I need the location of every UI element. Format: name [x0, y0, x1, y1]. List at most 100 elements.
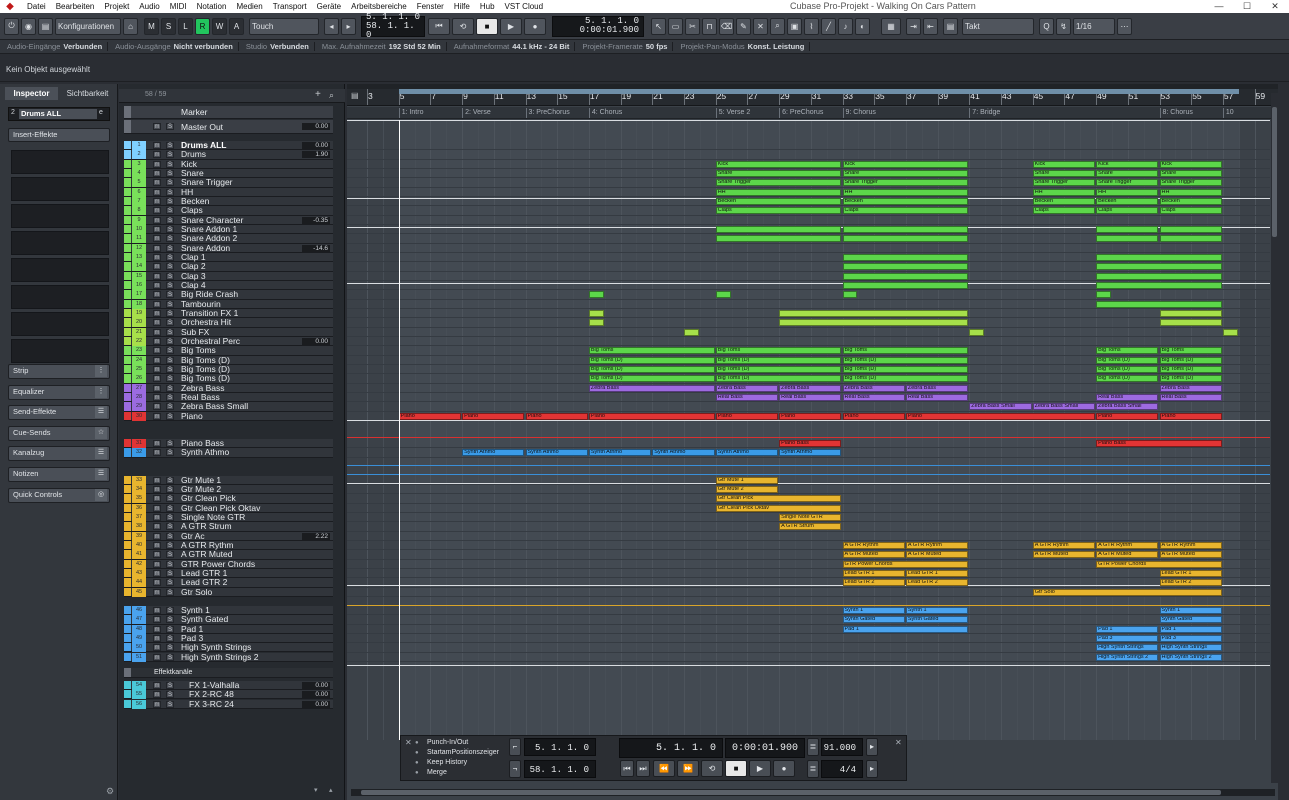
track-row[interactable]: 1 m S Drums ALL 0.00	[124, 141, 333, 151]
event-clip[interactable]: Kick	[1032, 160, 1096, 168]
signature-display[interactable]: 4/4	[821, 760, 863, 778]
event-clip[interactable]	[1096, 291, 1111, 299]
transport-left-locator[interactable]: 5. 1. 1. 0	[524, 738, 596, 756]
event-clip[interactable]: Claps	[1159, 207, 1222, 215]
solo-button[interactable]: S	[166, 476, 174, 484]
event-clip[interactable]	[1159, 319, 1222, 327]
mute-button[interactable]: m	[153, 216, 161, 224]
menu-item[interactable]: Geräte	[312, 0, 346, 13]
marker[interactable]: 8: Chorus	[1159, 108, 1193, 118]
track-row[interactable]: 5 m S Snare Trigger	[124, 178, 333, 188]
color-icon[interactable]: ◐	[855, 17, 870, 35]
fx-volume[interactable]: 0.00	[302, 700, 330, 708]
track-row[interactable]: 33 m S Gtr Mute 1	[124, 475, 333, 485]
event-clip[interactable]: Big Toms (D)	[715, 375, 842, 383]
object-select-icon[interactable]: ↖	[651, 17, 666, 35]
solo-button[interactable]: S	[166, 691, 174, 699]
event-clip[interactable]: Big Toms (D)	[715, 356, 842, 364]
solo-button[interactable]: S	[166, 700, 174, 708]
event-clip[interactable]: Lead GTR 1	[842, 569, 905, 577]
track-volume[interactable]: 0.00	[302, 142, 330, 149]
solo-button[interactable]: S	[166, 412, 174, 420]
mute-button[interactable]: m	[153, 551, 161, 559]
solo-button[interactable]: S	[166, 123, 174, 130]
menu-item[interactable]: VST Cloud	[500, 0, 549, 13]
menu-item[interactable]: MIDI	[165, 0, 192, 13]
track-row[interactable]: 14 m S Clap 2	[124, 262, 333, 272]
solo-button[interactable]: S	[166, 169, 174, 177]
event-clip[interactable]: Piano	[1096, 412, 1159, 420]
event-clip[interactable]: Pad 3	[1159, 634, 1222, 642]
solo-button[interactable]: S	[166, 625, 174, 633]
marker[interactable]: 6: PreChorus	[779, 108, 823, 118]
glue-icon[interactable]: ⊓	[702, 17, 717, 35]
event-clip[interactable]: Real Bass	[1159, 393, 1222, 401]
solo-button[interactable]: S	[166, 579, 174, 587]
mute-button[interactable]: m	[153, 356, 161, 364]
event-clip[interactable]: Real Bass	[1096, 393, 1159, 401]
track-row[interactable]: 13 m S Clap 1	[124, 252, 333, 263]
event-clip[interactable]: Synth Athmo	[779, 449, 842, 457]
marker[interactable]: 4: Chorus	[588, 108, 622, 118]
zoom-icon[interactable]: ⌕	[770, 17, 785, 35]
event-clip[interactable]: Big Toms (D)	[1159, 365, 1222, 373]
l-button[interactable]: L	[178, 17, 193, 35]
mute-button[interactable]: m	[153, 403, 161, 411]
transport-cycle-icon[interactable]: ⟲	[701, 760, 723, 777]
marker[interactable]: 10	[1222, 108, 1234, 118]
transport-rewind-icon[interactable]: ⏪	[653, 760, 675, 777]
mute-button[interactable]: m	[153, 393, 161, 401]
track-row[interactable]: 51 m S High Synth Strings 2	[124, 652, 333, 662]
mute-button[interactable]: m	[153, 644, 161, 652]
event-clip[interactable]: Piano	[779, 412, 842, 420]
insert-slot[interactable]	[11, 177, 109, 201]
solo-button[interactable]: S	[166, 495, 174, 503]
event-clip[interactable]: Becken	[1159, 197, 1222, 205]
nudge-left-icon[interactable]: ◂	[324, 17, 339, 35]
transport-close-icon-right[interactable]: ✕	[895, 738, 902, 747]
preset-item[interactable]: StartamPositionszeiger	[427, 749, 499, 756]
event-clip[interactable]: Real Bass	[842, 393, 905, 401]
event-clip[interactable]	[1159, 309, 1222, 317]
left-locator-icon[interactable]: ⌐	[509, 738, 521, 756]
event-clip[interactable]: Piano	[462, 412, 525, 420]
locator-display[interactable]: 5. 1. 1. 0 58. 1. 1. 0	[361, 12, 425, 39]
config-dropdown[interactable]: Konfigurationen	[55, 17, 121, 35]
event-clip[interactable]: High Synth Strings	[1159, 644, 1222, 652]
solo-button[interactable]: S	[166, 151, 174, 159]
minimize-icon[interactable]: —	[1205, 0, 1233, 13]
event-clip[interactable]	[842, 291, 858, 299]
mute-button[interactable]: m	[153, 560, 161, 568]
event-clip[interactable]: Piano	[905, 412, 1096, 420]
transport-stop-icon[interactable]: ■	[725, 760, 747, 777]
master-track[interactable]: m S Master Out 0.00	[124, 120, 333, 134]
solo-button[interactable]: S	[166, 551, 174, 559]
event-clip[interactable]: Pad 1	[842, 625, 969, 633]
event-clip[interactable]: Big Toms	[842, 347, 969, 355]
solo-button[interactable]: S	[166, 263, 174, 271]
event-clip[interactable]: Real Bass	[715, 393, 779, 401]
event-clip[interactable]: Zebra Bass	[715, 384, 779, 392]
mute-button[interactable]: m	[153, 123, 161, 130]
event-clip[interactable]: Single Note GTR	[779, 513, 842, 521]
transport-right-locator[interactable]: 58. 1. 1. 0	[524, 760, 596, 778]
event-clip[interactable]: Kick	[1096, 160, 1159, 168]
event-clip[interactable]: Gtr Mute 2	[715, 485, 779, 493]
inspector-section[interactable]: Strip ⋮	[8, 364, 110, 379]
mute-button[interactable]: m	[153, 384, 161, 392]
vertical-scrollbar[interactable]	[1271, 93, 1278, 783]
mute-button[interactable]: m	[153, 579, 161, 587]
insert-slot[interactable]	[11, 285, 109, 309]
solo-button[interactable]: S	[166, 272, 174, 280]
event-clip[interactable]: Claps	[842, 207, 969, 215]
event-clip[interactable]: HH	[842, 188, 969, 196]
transport-play-icon[interactable]: ▶	[749, 760, 771, 777]
solo-button[interactable]: S	[166, 216, 174, 224]
track-row[interactable]: 17 m S Big Ride Crash	[124, 290, 333, 300]
home-icon[interactable]: ⌂	[123, 17, 138, 35]
record-icon[interactable]: ●	[524, 17, 546, 35]
transport-prev-icon[interactable]: ⏮	[620, 760, 634, 777]
fx-folder-track[interactable]: Effektkanäle	[124, 668, 333, 678]
mute-button[interactable]: m	[153, 365, 161, 373]
a-button[interactable]: A	[229, 17, 244, 35]
